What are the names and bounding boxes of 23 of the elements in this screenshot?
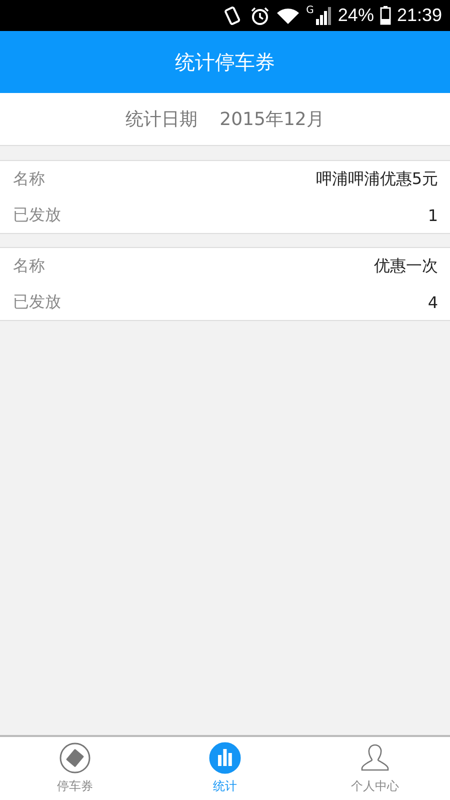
field-value: 呷浦呷浦优惠5元	[316, 168, 438, 190]
tab[interactable]: 个人中心	[300, 737, 450, 800]
date-label: 统计日期	[126, 108, 198, 131]
network-type: G	[306, 5, 314, 16]
field-label: 已发放	[13, 292, 61, 312]
signal-icon	[316, 6, 332, 24]
field-label: 已发放	[13, 204, 61, 226]
tab[interactable]: 停车券	[0, 737, 150, 800]
battery-percent: 24%	[338, 5, 374, 26]
ticket-icon	[59, 742, 91, 774]
field-value: 1	[428, 206, 438, 224]
field-label: 名称	[13, 168, 45, 190]
wifi-icon	[276, 6, 300, 26]
date-value[interactable]: 2015年12月	[220, 107, 324, 131]
clock: 21:39	[396, 5, 442, 26]
tab[interactable]: 统计	[150, 737, 300, 800]
field-value: 优惠一次	[374, 256, 438, 276]
battery-icon	[380, 6, 391, 25]
alarm-icon	[250, 6, 270, 26]
page-title: 统计停车券	[175, 48, 275, 76]
field-label: 名称	[13, 256, 45, 276]
field-value: 4	[428, 292, 438, 312]
bar-chart-icon	[209, 742, 241, 774]
